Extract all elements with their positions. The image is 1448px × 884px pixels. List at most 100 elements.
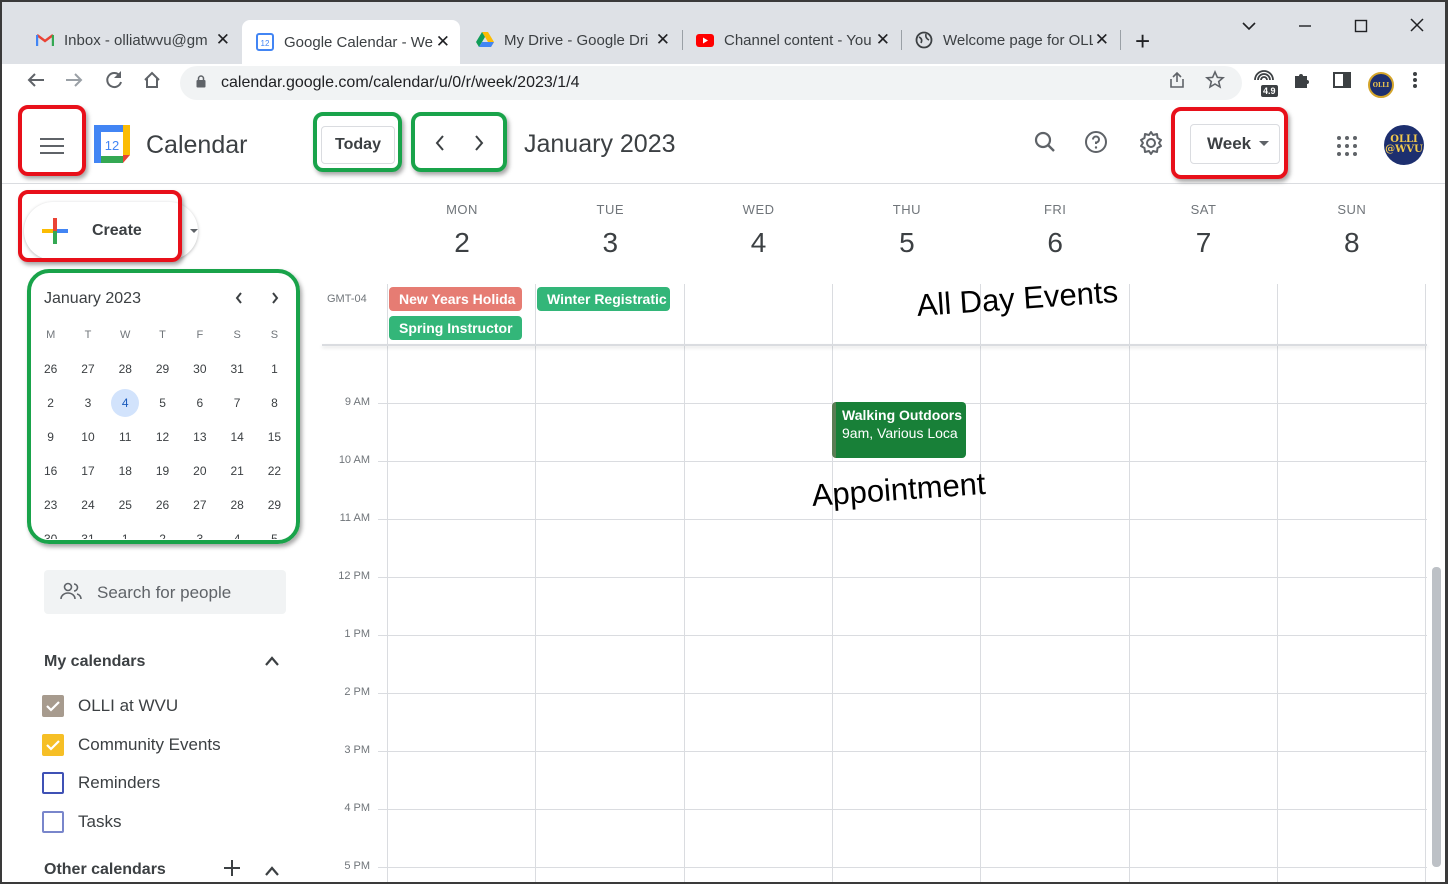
mini-calendar-day[interactable]: 3 [181, 532, 218, 539]
day-number[interactable]: 2 [388, 227, 536, 259]
today-button[interactable]: Today [321, 126, 395, 164]
extensions-puzzle-icon[interactable] [1292, 70, 1312, 96]
mini-calendar-day[interactable]: 31 [218, 362, 255, 376]
calendar-item[interactable]: Community Events [42, 733, 221, 757]
search-icon[interactable] [1033, 130, 1057, 160]
mini-calendar-day[interactable]: 28 [107, 362, 144, 376]
share-icon[interactable] [1167, 70, 1187, 96]
minimize-icon[interactable] [1298, 16, 1312, 39]
mini-next-month-chevron-icon[interactable] [270, 290, 280, 310]
collapse-chevron-up-icon[interactable] [264, 654, 280, 672]
mini-calendar-day[interactable]: 9 [32, 430, 69, 444]
mini-calendar-day[interactable]: 19 [144, 464, 181, 478]
mini-calendar-day[interactable]: 29 [256, 498, 293, 512]
day-number[interactable]: 8 [1278, 227, 1426, 259]
checkbox-unchecked-icon[interactable] [42, 772, 64, 794]
mini-calendar-day[interactable]: 2 [144, 532, 181, 539]
all-day-event[interactable]: New Years Holida [389, 287, 522, 311]
mini-calendar-day[interactable]: 26 [32, 362, 69, 376]
mini-calendar-day[interactable]: 13 [181, 430, 218, 444]
browser-tab-olli[interactable]: Welcome page for OLL ✕ [901, 20, 1119, 60]
close-window-icon[interactable] [1409, 16, 1425, 39]
create-dropdown-icon[interactable] [190, 229, 198, 233]
new-tab-button[interactable]: + [1135, 26, 1150, 57]
mini-calendar-day[interactable]: 27 [181, 498, 218, 512]
close-tab-icon[interactable]: ✕ [216, 30, 230, 50]
mini-calendar-day[interactable]: 11 [107, 430, 144, 444]
mini-calendar-day[interactable]: 1 [256, 362, 293, 376]
settings-gear-icon[interactable] [1138, 130, 1164, 162]
day-header[interactable]: SAT 7 [1130, 202, 1278, 259]
mini-calendar-day[interactable]: 7 [218, 396, 255, 410]
close-tab-icon[interactable]: ✕ [436, 32, 450, 52]
day-number[interactable]: 5 [833, 227, 981, 259]
checkbox-checked-icon[interactable] [42, 734, 64, 756]
browser-tab-gmail[interactable]: Inbox - olliatwvu@gm ✕ [22, 20, 240, 60]
mini-calendar-day[interactable]: 31 [69, 532, 106, 539]
calendar-item[interactable]: OLLI at WVU [42, 694, 178, 718]
tab-search-chevron-icon[interactable] [1242, 14, 1256, 37]
mini-calendar-day[interactable]: 23 [32, 498, 69, 512]
mini-calendar-day[interactable]: 5 [256, 532, 293, 539]
mini-calendar-day[interactable]: 30 [32, 532, 69, 539]
mini-calendar-day[interactable]: 18 [107, 464, 144, 478]
day-header[interactable]: TUE 3 [536, 202, 684, 259]
next-week-chevron-icon[interactable] [473, 132, 485, 158]
maximize-icon[interactable] [1354, 16, 1368, 39]
mini-calendar-day[interactable]: 22 [256, 464, 293, 478]
close-tab-icon[interactable]: ✕ [876, 30, 890, 50]
mini-calendar-day[interactable]: 21 [218, 464, 255, 478]
mini-calendar-day[interactable]: 4 [218, 532, 255, 539]
address-bar[interactable]: calendar.google.com/calendar/u/0/r/week/… [180, 66, 1242, 100]
browser-tab-calendar[interactable]: 12 Google Calendar - We ✕ [242, 20, 460, 64]
mini-calendar-day[interactable]: 29 [144, 362, 181, 376]
create-button[interactable]: Create [24, 202, 198, 260]
mini-calendar-day[interactable]: 3 [69, 396, 106, 410]
profile-avatar[interactable]: OLLI [1368, 72, 1394, 98]
day-header[interactable]: SUN 8 [1278, 202, 1426, 259]
checkbox-unchecked-icon[interactable] [42, 811, 64, 833]
mini-calendar-day[interactable]: 1 [107, 532, 144, 539]
mini-calendar-day[interactable]: 27 [69, 362, 106, 376]
mini-calendar-day[interactable]: 20 [181, 464, 218, 478]
mini-calendar-day[interactable]: 6 [181, 396, 218, 410]
all-day-event[interactable]: Winter Registratic [537, 287, 670, 311]
mini-calendar-day[interactable]: 4 [107, 389, 144, 417]
extension-accessibility-icon[interactable]: 4.9 [1252, 68, 1280, 104]
vertical-scrollbar[interactable] [1432, 567, 1441, 867]
day-header[interactable]: WED 4 [685, 202, 833, 259]
close-tab-icon[interactable]: ✕ [1095, 30, 1109, 50]
mini-calendar-day[interactable]: 14 [218, 430, 255, 444]
mini-calendar-day[interactable]: 15 [256, 430, 293, 444]
all-day-event[interactable]: Spring Instructor [389, 316, 522, 340]
mini-calendar-day[interactable]: 28 [218, 498, 255, 512]
view-switcher-button[interactable]: Week [1190, 124, 1280, 164]
day-number[interactable]: 3 [536, 227, 684, 259]
day-header[interactable]: THU 5 [833, 202, 981, 259]
reload-icon[interactable] [104, 70, 124, 96]
search-for-people-field[interactable]: Search for people [44, 570, 286, 614]
previous-week-chevron-icon[interactable] [434, 132, 446, 158]
more-vert-icon[interactable] [1412, 70, 1418, 96]
main-menu-icon[interactable] [40, 138, 64, 159]
day-header[interactable]: MON 2 [388, 202, 536, 259]
browser-tab-youtube[interactable]: Channel content - You ✕ [682, 20, 900, 60]
day-header[interactable]: FRI 6 [981, 202, 1129, 259]
checkbox-checked-icon[interactable] [42, 695, 64, 717]
side-panel-icon[interactable] [1332, 70, 1352, 96]
mini-calendar-day[interactable]: 8 [256, 396, 293, 410]
browser-tab-drive[interactable]: My Drive - Google Dri ✕ [462, 20, 680, 60]
mini-calendar-day[interactable]: 30 [181, 362, 218, 376]
account-avatar[interactable]: OLLI @WVU [1384, 125, 1424, 165]
mini-calendar-day[interactable]: 17 [69, 464, 106, 478]
back-arrow-icon[interactable] [26, 70, 46, 96]
mini-calendar-day[interactable]: 16 [32, 464, 69, 478]
day-number[interactable]: 4 [685, 227, 833, 259]
home-icon[interactable] [142, 70, 162, 96]
mini-prev-month-chevron-icon[interactable] [234, 290, 244, 310]
mini-calendar-day[interactable]: 12 [144, 430, 181, 444]
help-icon[interactable] [1084, 130, 1108, 160]
mini-calendar-day[interactable]: 25 [107, 498, 144, 512]
mini-calendar-day[interactable]: 5 [144, 396, 181, 410]
mini-calendar-day[interactable]: 24 [69, 498, 106, 512]
